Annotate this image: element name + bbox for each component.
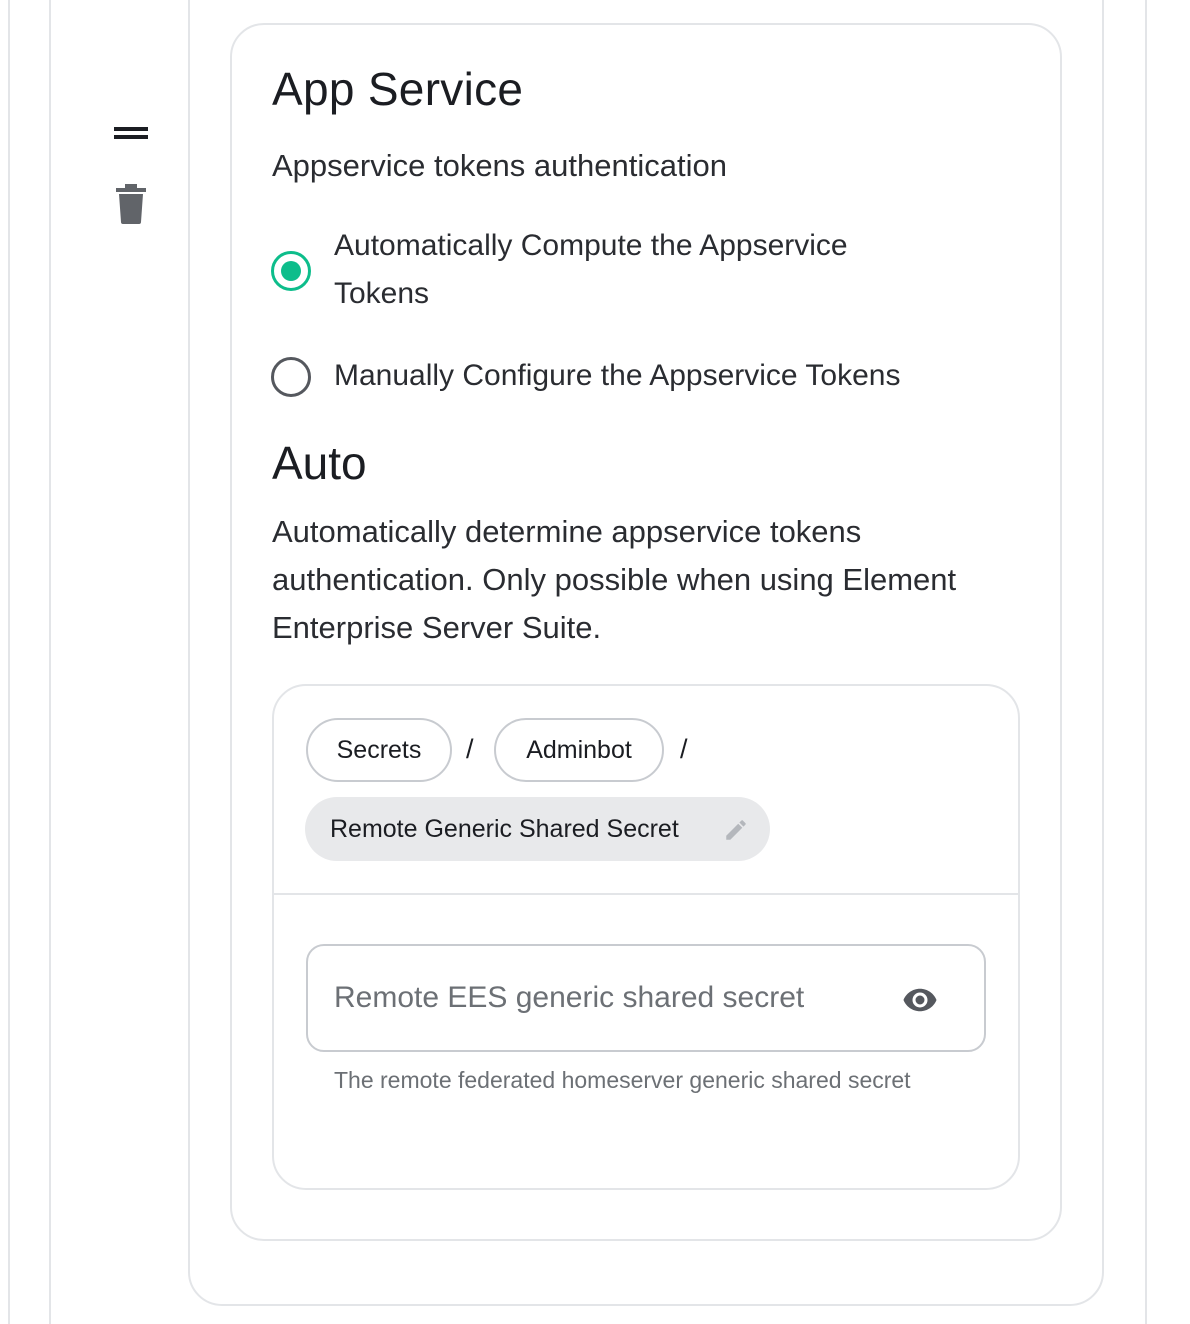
page-border-left-inner — [49, 0, 51, 1324]
radio-auto-compute-label-line2: Tokens — [334, 277, 430, 310]
section-subtitle: Appservice tokens authentication — [272, 148, 727, 183]
eye-icon[interactable] — [896, 982, 944, 1018]
radio-auto-compute[interactable] — [271, 251, 311, 291]
section-title: App Service — [272, 63, 524, 115]
drag-handle-icon[interactable] — [114, 124, 148, 142]
secret-name-label: Remote Generic Shared Secret — [330, 815, 679, 843]
page-border-left-outer — [8, 0, 10, 1324]
radio-manual-configure-label[interactable]: Manually Configure the Appservice Tokens — [334, 352, 900, 400]
radio-manual-configure[interactable] — [271, 357, 311, 397]
radio-auto-compute-label[interactable]: Automatically Compute the Appservice Tok… — [334, 222, 848, 318]
secret-input-field[interactable] — [306, 944, 986, 1052]
card-divider — [274, 893, 1018, 895]
radio-auto-compute-label-line1: Automatically Compute the Appservice — [334, 229, 848, 262]
secret-name-chip[interactable]: Remote Generic Shared Secret — [305, 797, 770, 861]
trash-icon[interactable] — [116, 184, 146, 224]
secret-helper-text: The remote federated homeserver generic … — [334, 1067, 911, 1093]
auto-title: Auto — [272, 437, 367, 489]
pencil-icon[interactable] — [723, 817, 749, 843]
page-border-right-inner — [1145, 0, 1147, 1324]
breadcrumb-separator: / — [466, 734, 474, 764]
secret-input[interactable] — [334, 970, 874, 1026]
breadcrumb-separator: / — [680, 734, 688, 764]
breadcrumb-adminbot[interactable]: Adminbot — [494, 718, 664, 782]
breadcrumb-secrets[interactable]: Secrets — [306, 718, 452, 782]
auto-description: Automatically determine appservice token… — [272, 514, 957, 645]
